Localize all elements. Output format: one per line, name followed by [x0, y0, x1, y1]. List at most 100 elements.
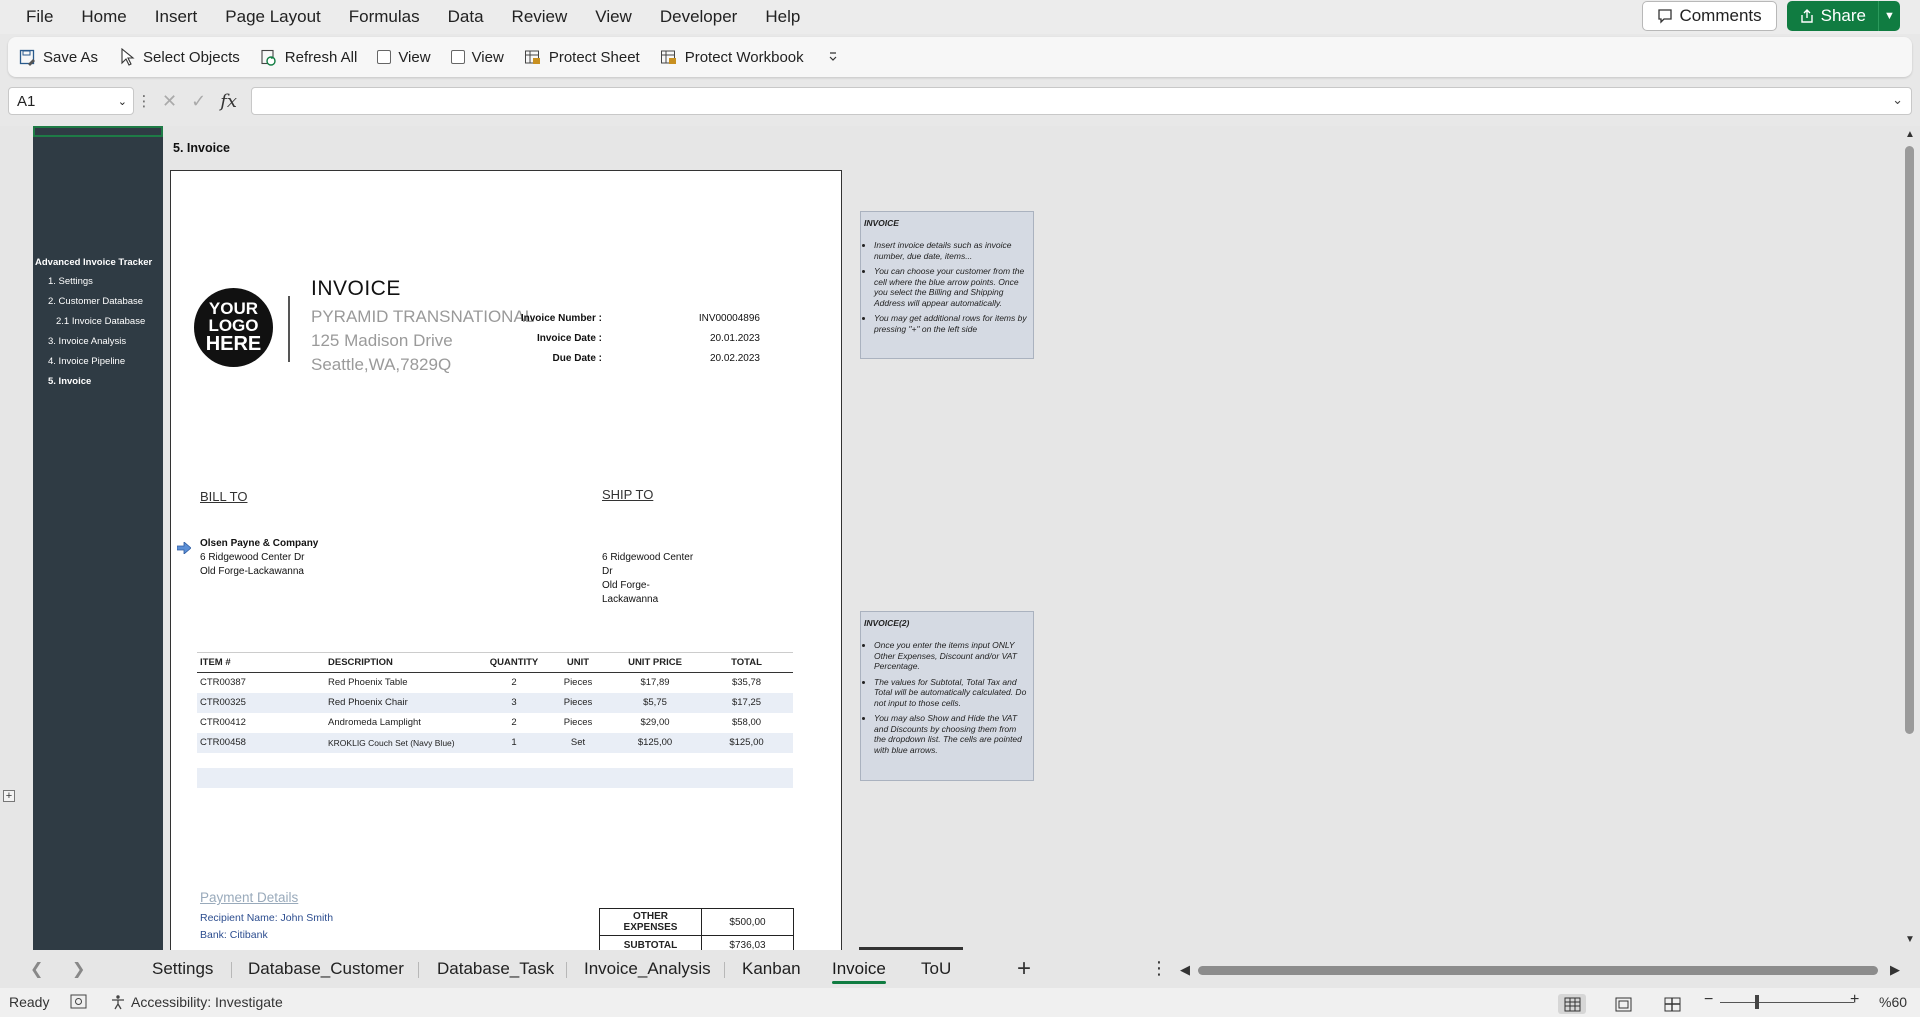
share-dropdown-icon[interactable]: ▼: [1878, 1, 1900, 31]
cell-quantity[interactable]: 1: [482, 732, 546, 753]
select-objects-button[interactable]: Select Objects: [118, 48, 240, 66]
menu-help[interactable]: Help: [751, 0, 814, 34]
cell-item[interactable]: CTR00325: [197, 692, 325, 713]
cell-description[interactable]: Andromeda Lamplight: [325, 713, 482, 733]
table-row[interactable]: CTR00412 Andromeda Lamplight 2 Pieces $2…: [197, 713, 793, 733]
cell-unit-price[interactable]: $17,89: [610, 673, 700, 693]
name-box[interactable]: A1 ⌄: [8, 87, 134, 115]
cell-unit[interactable]: Pieces: [546, 673, 610, 693]
cell-total[interactable]: $125,00: [700, 732, 793, 753]
tab-database-customer[interactable]: Database_Customer: [248, 950, 404, 988]
insert-function-icon[interactable]: fx: [220, 91, 237, 112]
cell-total[interactable]: $17,25: [700, 692, 793, 713]
other-expenses-value[interactable]: $500,00: [701, 908, 794, 936]
invoice-date-value[interactable]: 20.01.2023: [670, 333, 760, 344]
cell-item[interactable]: CTR00387: [197, 673, 325, 693]
tab-invoice[interactable]: Invoice: [832, 950, 886, 988]
menu-insert[interactable]: Insert: [141, 0, 212, 34]
nav-link-invoice[interactable]: 5. Invoice: [48, 376, 91, 387]
expand-formula-icon[interactable]: ⌄: [1892, 92, 1903, 108]
cell-description[interactable]: Red Phoenix Table: [325, 673, 482, 693]
comments-button[interactable]: Comments: [1642, 1, 1777, 31]
zoom-out-icon[interactable]: −: [1704, 991, 1713, 1009]
next-sheet-icon[interactable]: ❯: [72, 959, 85, 979]
menu-home[interactable]: Home: [67, 0, 140, 34]
table-row[interactable]: CTR00387 Red Phoenix Table 2 Pieces $17,…: [197, 673, 793, 693]
formula-input[interactable]: ⌄: [251, 87, 1912, 115]
checkbox-icon[interactable]: [377, 50, 392, 64]
more-options-icon[interactable]: ⋮: [1150, 958, 1168, 979]
table-row[interactable]: CTR00325 Red Phoenix Chair 3 Pieces $5,7…: [197, 692, 793, 713]
cell-item[interactable]: CTR00412: [197, 713, 325, 733]
more-options-icon[interactable]: ⋮: [134, 92, 154, 110]
cell-unit[interactable]: Pieces: [546, 713, 610, 733]
menu-data[interactable]: Data: [434, 0, 498, 34]
tab-settings[interactable]: Settings: [152, 950, 213, 988]
scroll-down-icon[interactable]: ▼: [1905, 934, 1915, 945]
cell-unit[interactable]: Set: [546, 732, 610, 753]
zoom-slider-thumb[interactable]: [1755, 995, 1759, 1009]
horizontal-scrollbar[interactable]: ◀ ▶: [1180, 962, 1900, 978]
cell-description[interactable]: KROKLIG Couch Set (Navy Blue): [325, 732, 482, 753]
macro-record-icon[interactable]: [70, 994, 87, 1009]
menu-file[interactable]: File: [0, 0, 67, 34]
view-checkbox-1[interactable]: View: [377, 49, 431, 66]
checkbox-icon[interactable]: [450, 50, 465, 64]
sheet-area[interactable]: + Advanced Invoice Tracker 1. Settings 2…: [0, 126, 1920, 950]
tab-invoice-analysis[interactable]: Invoice_Analysis: [584, 950, 711, 988]
cell-unit-price[interactable]: $29,00: [610, 713, 700, 733]
scroll-right-icon[interactable]: ▶: [1890, 962, 1900, 978]
cell-description[interactable]: Red Phoenix Chair: [325, 692, 482, 713]
menu-formulas[interactable]: Formulas: [335, 0, 434, 34]
add-sheet-icon[interactable]: +: [1017, 955, 1031, 983]
selected-cell[interactable]: [33, 126, 163, 137]
enter-icon[interactable]: ✓: [191, 91, 206, 112]
nav-link-invoice-analysis[interactable]: 3. Invoice Analysis: [48, 336, 126, 347]
empty-item-row[interactable]: [197, 768, 793, 788]
horizontal-scroll-thumb[interactable]: [1198, 966, 1878, 975]
scroll-up-icon[interactable]: ▲: [1905, 129, 1915, 140]
ribbon-overflow-button[interactable]: [824, 48, 842, 66]
cell-quantity[interactable]: 3: [482, 692, 546, 713]
nav-link-invoice-database[interactable]: 2.1 Invoice Database: [56, 316, 145, 327]
menu-view[interactable]: View: [581, 0, 646, 34]
zoom-slider[interactable]: [1720, 1002, 1854, 1003]
scroll-left-icon[interactable]: ◀: [1180, 962, 1190, 978]
due-date-value[interactable]: 20.02.2023: [670, 353, 760, 364]
cancel-icon[interactable]: ✕: [162, 91, 177, 112]
nav-link-customer-database[interactable]: 2. Customer Database: [48, 296, 143, 307]
instruction-note-invoice[interactable]: INVOICE Insert invoice details such as i…: [860, 211, 1034, 359]
tab-database-task[interactable]: Database_Task: [437, 950, 554, 988]
menu-review[interactable]: Review: [498, 0, 582, 34]
cell-total[interactable]: $58,00: [700, 713, 793, 733]
cell-item[interactable]: CTR00458: [197, 732, 325, 753]
tab-kanban[interactable]: Kanban: [742, 950, 801, 988]
protect-workbook-button[interactable]: Protect Workbook: [660, 48, 804, 66]
tab-tou[interactable]: ToU: [921, 950, 951, 988]
instruction-note-invoice-2[interactable]: INVOICE(2) Once you enter the items inpu…: [860, 611, 1034, 781]
expand-group-icon[interactable]: +: [3, 790, 15, 802]
cell-unit[interactable]: Pieces: [546, 692, 610, 713]
bill-to-address[interactable]: Olsen Payne & Company 6 Ridgewood Center…: [200, 537, 318, 579]
nav-link-invoice-pipeline[interactable]: 4. Invoice Pipeline: [48, 356, 125, 367]
cell-quantity[interactable]: 2: [482, 673, 546, 693]
chevron-down-icon[interactable]: ⌄: [118, 95, 127, 108]
table-row[interactable]: CTR00458 KROKLIG Couch Set (Navy Blue) 1…: [197, 732, 793, 753]
cell-quantity[interactable]: 2: [482, 713, 546, 733]
invoice-number-value[interactable]: INV00004896: [670, 313, 760, 324]
vertical-scroll-thumb[interactable]: [1905, 146, 1914, 734]
save-as-button[interactable]: Save As: [18, 48, 98, 66]
page-break-view-icon[interactable]: [1658, 994, 1686, 1014]
menu-developer[interactable]: Developer: [646, 0, 752, 34]
accessibility-status[interactable]: Accessibility: Investigate: [110, 994, 283, 1010]
protect-sheet-button[interactable]: Protect Sheet: [524, 48, 640, 66]
share-button[interactable]: Share ▼: [1786, 1, 1900, 31]
refresh-all-button[interactable]: Refresh All: [260, 48, 357, 66]
normal-view-icon[interactable]: [1558, 994, 1586, 1014]
cell-unit-price[interactable]: $125,00: [610, 732, 700, 753]
zoom-in-icon[interactable]: +: [1850, 991, 1859, 1009]
cell-unit-price[interactable]: $5,75: [610, 692, 700, 713]
page-layout-view-icon[interactable]: [1609, 994, 1637, 1014]
cell-total[interactable]: $35,78: [700, 673, 793, 693]
menu-page-layout[interactable]: Page Layout: [211, 0, 334, 34]
